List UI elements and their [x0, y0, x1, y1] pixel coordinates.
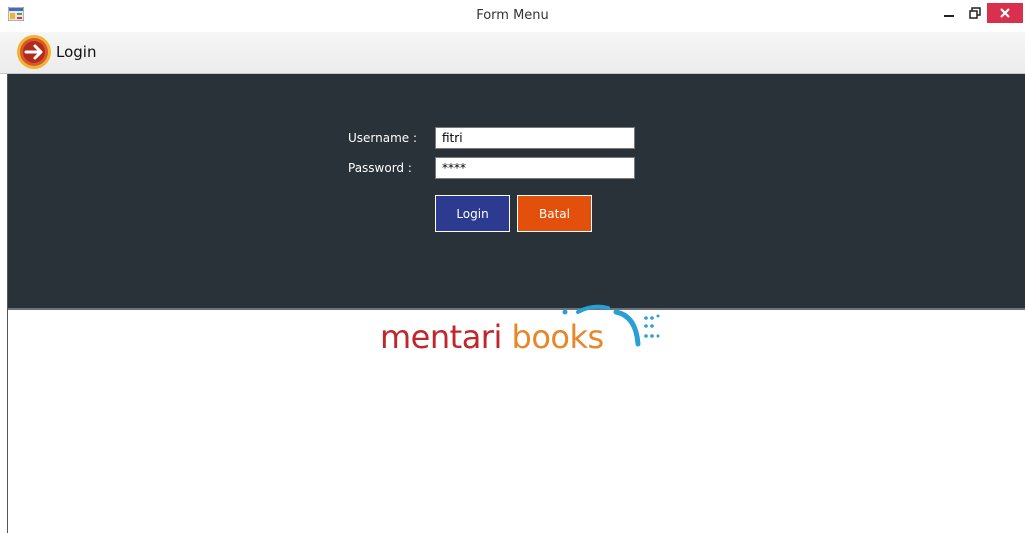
menu-item-login[interactable]: Login — [16, 35, 96, 69]
password-label: Password : — [348, 161, 412, 175]
cancel-button[interactable]: Batal — [517, 195, 592, 232]
mentari-books-logo: mentari books — [380, 304, 680, 370]
close-button[interactable] — [987, 3, 1023, 23]
mdi-left-border — [7, 74, 8, 533]
arrow-right-circle-icon — [16, 34, 52, 70]
username-input[interactable] — [435, 127, 635, 149]
username-label: Username : — [348, 131, 418, 145]
close-icon — [1000, 8, 1010, 18]
form-menu-window: Form Menu Login Username: fitri Passwor… — [0, 0, 1025, 533]
menu-item-login-label: Login — [56, 43, 97, 61]
title-bar: Form Menu — [0, 0, 1025, 32]
minimize-button[interactable] — [937, 2, 961, 24]
minimize-icon — [944, 15, 954, 17]
menu-strip: Login — [0, 32, 1025, 74]
logo-word-mentari: mentari — [380, 318, 502, 356]
login-button[interactable]: Login — [435, 195, 510, 232]
password-input[interactable] — [435, 157, 635, 179]
restore-button[interactable] — [963, 2, 987, 24]
restore-icon — [969, 7, 981, 19]
logo-swoosh-icon — [562, 304, 660, 347]
login-panel: Username : Password : Login Batal — [8, 74, 1025, 310]
window-title: Form Menu — [476, 8, 549, 23]
